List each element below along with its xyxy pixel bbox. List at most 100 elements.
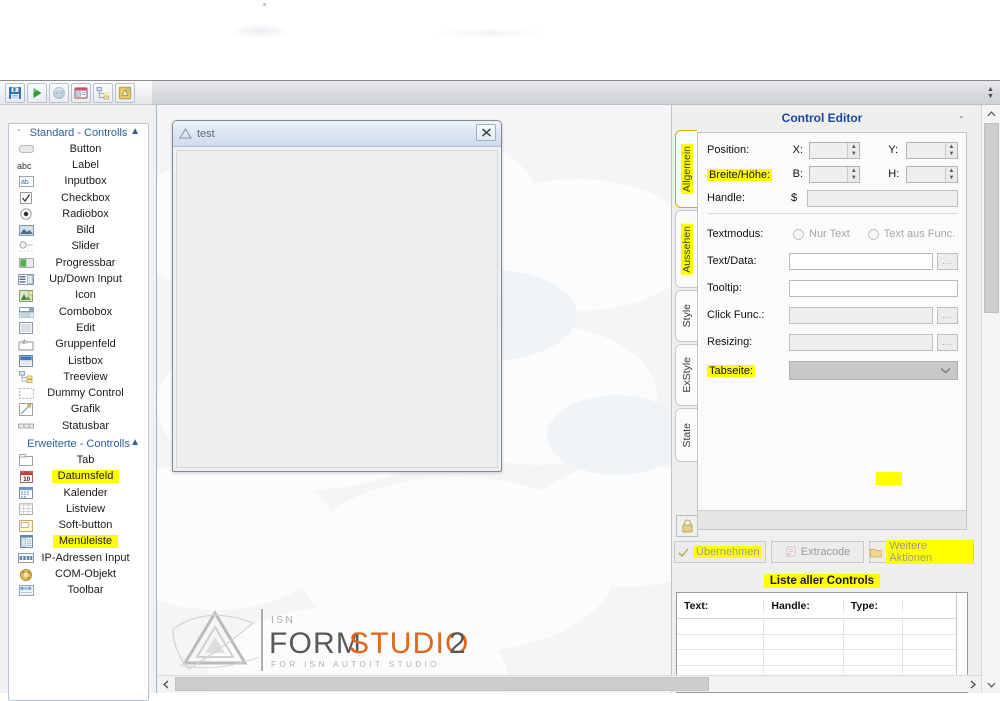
- tree-button[interactable]: [93, 82, 113, 103]
- y-spin-buttons[interactable]: ▲ ▼: [944, 142, 957, 158]
- palette-item-listview[interactable]: Listview: [9, 501, 148, 517]
- x-spinner[interactable]: ▲ ▼: [808, 141, 861, 159]
- window-scroll-spinner[interactable]: ▲ ▼: [985, 86, 996, 100]
- row-tabpage: Tabseite:: [707, 359, 958, 381]
- palette-item-soft-button[interactable]: Soft-button: [9, 518, 148, 534]
- scroll-right-button[interactable]: [964, 676, 981, 692]
- palette-item-checkbox[interactable]: Checkbox: [9, 190, 148, 206]
- save-button[interactable]: [5, 82, 25, 103]
- plugin-button[interactable]: [115, 82, 135, 103]
- design-form-titlebar[interactable]: test: [173, 121, 501, 147]
- handle-input[interactable]: [806, 189, 958, 207]
- x-input[interactable]: [810, 143, 848, 158]
- palette-item-inputbox[interactable]: ab Inputbox: [9, 174, 148, 190]
- scroll-up-button[interactable]: [982, 105, 1000, 122]
- more-actions-button[interactable]: Weitere Aktionen: [868, 540, 974, 564]
- column-header-text[interactable]: Text:: [677, 599, 765, 612]
- scroll-down-button[interactable]: [982, 676, 1000, 693]
- h-spin-buttons[interactable]: ▲ ▼: [944, 166, 957, 182]
- label-abc-icon: abc: [15, 160, 37, 171]
- palette-item-slider[interactable]: Slider: [9, 239, 148, 255]
- tab-state[interactable]: State: [675, 408, 697, 462]
- chevron-up-icon[interactable]: ▲: [130, 437, 140, 448]
- palette-item-radiobox[interactable]: Radiobox: [9, 206, 148, 222]
- palette-item-statusbar[interactable]: Statusbar: [9, 418, 148, 434]
- column-header-type[interactable]: Type:: [844, 599, 904, 612]
- palette-item-ip-adressen-input[interactable]: IP-Adressen Input: [9, 550, 148, 566]
- palette-item-updown-input[interactable]: Up/Down Input: [9, 271, 148, 287]
- tab-allgemein[interactable]: Allgemein: [675, 130, 697, 208]
- scrollbar-thumb[interactable]: [175, 677, 709, 691]
- scrollbar-thumb[interactable]: [984, 123, 999, 313]
- palette-item-dummy-control[interactable]: Dummy Control: [9, 385, 148, 401]
- table-row[interactable]: [677, 634, 956, 650]
- palette-item-listbox[interactable]: Listbox: [9, 353, 148, 369]
- slider-icon: [15, 241, 37, 253]
- clickfunc-input[interactable]: [789, 306, 933, 324]
- tab-exstyle[interactable]: ExStyle: [675, 344, 697, 406]
- chevron-up-icon[interactable]: ▲: [130, 126, 140, 137]
- palette-item-toolbar[interactable]: Toolbar: [9, 583, 148, 599]
- b-input[interactable]: [810, 167, 848, 182]
- palette-item-tab[interactable]: Tab: [9, 452, 148, 468]
- run-button[interactable]: [27, 82, 47, 103]
- column-header-handle[interactable]: Handle:: [764, 599, 844, 612]
- form-properties-button[interactable]: [71, 82, 91, 103]
- tabpage-combobox[interactable]: [789, 360, 958, 380]
- palette-item-bild[interactable]: Bild: [9, 222, 148, 238]
- palette-group-header-erweiterte[interactable]: Erweiterte - Controlls ▲: [9, 435, 148, 452]
- listview-icon: [15, 503, 37, 516]
- textdata-browse-button[interactable]: ...: [936, 252, 959, 270]
- tab-icon: [15, 454, 37, 467]
- scroll-left-button[interactable]: [157, 676, 174, 692]
- palette-item-com-objekt[interactable]: COM-Objekt: [9, 566, 148, 582]
- palette-item-treeview[interactable]: Treeview: [9, 369, 148, 385]
- palette-item-label[interactable]: abc Label: [9, 157, 148, 173]
- palette-item-grafik[interactable]: Grafik: [9, 402, 148, 418]
- y-spinner[interactable]: ▲ ▼: [906, 141, 958, 159]
- palette-item-edit[interactable]: Edit: [9, 320, 148, 336]
- statusbar-icon: [15, 422, 37, 430]
- tab-style[interactable]: Style: [675, 290, 697, 342]
- table-row[interactable]: [677, 650, 956, 666]
- clickfunc-browse-button[interactable]: ...: [936, 306, 959, 324]
- b-spinner[interactable]: ▲ ▼: [808, 165, 861, 183]
- x-spin-buttons[interactable]: ▲ ▼: [847, 142, 860, 158]
- resizing-browse-button[interactable]: ...: [936, 333, 959, 351]
- palette-item-label: Menüleiste: [37, 535, 148, 549]
- palette-item-combobox[interactable]: Combobox: [9, 304, 148, 320]
- palette-item-progressbar[interactable]: Progressbar: [9, 255, 148, 271]
- y-input[interactable]: [907, 143, 945, 158]
- chevron-down-icon: ▼: [948, 150, 955, 157]
- control-editor-collapse-button[interactable]: -: [959, 112, 963, 123]
- design-form-window[interactable]: test: [172, 120, 502, 472]
- table-row[interactable]: [677, 619, 956, 635]
- apply-button[interactable]: Übernehmen: [674, 541, 767, 563]
- play-icon: [33, 87, 42, 98]
- radio-plain-text[interactable]: [793, 228, 804, 240]
- palette-item-icon[interactable]: Icon: [9, 288, 148, 304]
- b-spin-buttons[interactable]: ▲ ▼: [847, 166, 860, 182]
- tab-aussehen[interactable]: Aussehen: [675, 210, 697, 288]
- extracode-button[interactable]: Extracode: [771, 541, 864, 563]
- design-form-body[interactable]: [176, 150, 498, 468]
- palette-item-datumsfeld[interactable]: 10 Datumsfeld: [9, 469, 148, 485]
- h-input[interactable]: [907, 167, 945, 182]
- palette-item-menueleiste[interactable]: Menüleiste: [9, 534, 148, 550]
- resizing-input[interactable]: [789, 333, 933, 351]
- form-design-canvas[interactable]: test ISN FORM STUDIO 2 FOR ISN AUTOIT ST…: [157, 105, 671, 693]
- radio-text-from-func[interactable]: [867, 228, 879, 240]
- palette-item-kalender[interactable]: Kalender: [9, 485, 148, 501]
- panel-vertical-scrollbar[interactable]: [981, 105, 1000, 693]
- palette-group-header-standard[interactable]: Standard - Controlls ▲: [9, 124, 148, 141]
- row-position: Position: X: ▲ ▼ Y: ▲ ▼: [707, 139, 958, 161]
- h-spinner[interactable]: ▲ ▼: [906, 165, 958, 183]
- tooltip-input[interactable]: [789, 279, 958, 297]
- palette-item-gruppenfeld[interactable]: ab Gruppenfeld: [9, 337, 148, 353]
- textdata-input[interactable]: [789, 252, 933, 270]
- design-form-close-button[interactable]: [476, 124, 496, 141]
- horizontal-scrollbar[interactable]: [157, 675, 981, 692]
- lock-toggle-button[interactable]: [676, 515, 698, 537]
- palette-item-button[interactable]: Button: [9, 141, 148, 157]
- refresh-button[interactable]: [49, 82, 69, 103]
